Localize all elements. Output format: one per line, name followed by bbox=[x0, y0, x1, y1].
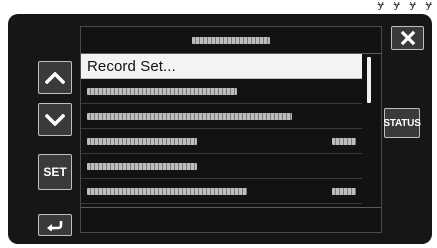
list-item[interactable] bbox=[81, 179, 362, 204]
scrollbar[interactable] bbox=[364, 55, 378, 205]
close-x-icon bbox=[400, 30, 415, 46]
list-item[interactable]: Record Set... bbox=[81, 54, 362, 79]
list-item-label: Record Set... bbox=[87, 57, 176, 75]
set-button[interactable]: SET bbox=[38, 154, 72, 190]
back-button[interactable] bbox=[38, 214, 72, 236]
set-label: SET bbox=[43, 165, 67, 179]
title-bar bbox=[81, 27, 381, 54]
list-item-label bbox=[87, 112, 292, 120]
close-button[interactable] bbox=[391, 26, 424, 50]
list-item[interactable] bbox=[81, 154, 362, 179]
list-item[interactable] bbox=[81, 129, 362, 154]
list-item-value bbox=[332, 138, 356, 145]
list-item-label bbox=[87, 162, 197, 170]
menu-list: Record Set... bbox=[81, 54, 362, 206]
list-item[interactable] bbox=[81, 79, 362, 104]
list-item-value bbox=[332, 188, 356, 195]
bottom-bar bbox=[81, 207, 381, 233]
list-item[interactable] bbox=[81, 104, 362, 129]
menu-panel: Record Set... bbox=[80, 26, 382, 233]
title-text bbox=[192, 36, 270, 44]
list-item-label bbox=[87, 137, 197, 145]
scroll-up-button[interactable] bbox=[38, 61, 72, 94]
chevron-up-icon bbox=[45, 71, 65, 84]
return-arrow-icon bbox=[47, 221, 63, 231]
status-button[interactable]: STATUS bbox=[383, 108, 421, 138]
screen: SET STATUS Record Set... bbox=[8, 14, 432, 244]
list-item-label bbox=[87, 87, 237, 95]
status-label: STATUS bbox=[383, 117, 421, 129]
chevron-down-icon bbox=[45, 113, 65, 126]
list-item-label bbox=[87, 187, 247, 195]
scroll-down-button[interactable] bbox=[38, 103, 72, 136]
corner-text: ɏ ɏ ɏ ɏ bbox=[377, 0, 435, 10]
scrollbar-thumb[interactable] bbox=[367, 57, 371, 103]
